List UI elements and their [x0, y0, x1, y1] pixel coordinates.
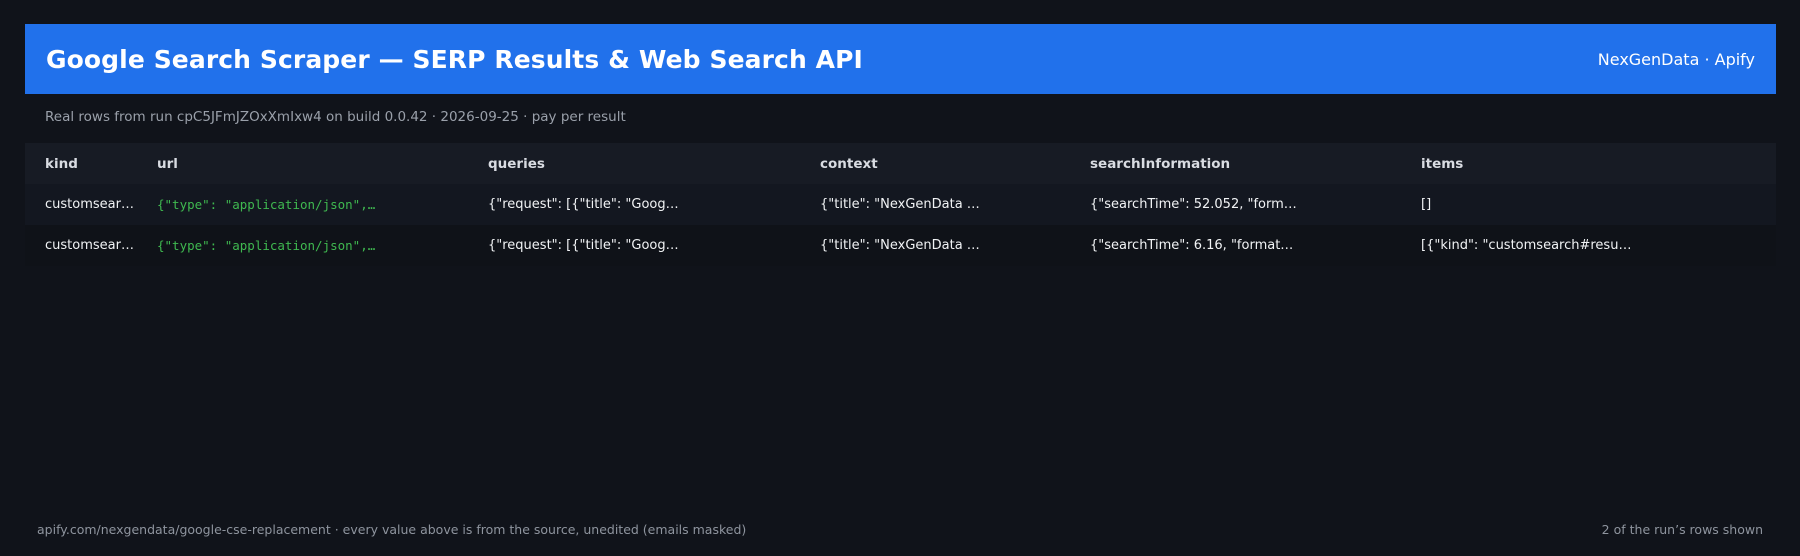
- page: Google Search Scraper — SERP Results & W…: [0, 0, 1800, 556]
- cell-url: {"type": "application/json",…: [157, 197, 376, 212]
- column-header-kind[interactable]: kind: [25, 156, 157, 172]
- column-header-context[interactable]: context: [820, 156, 1090, 172]
- run-info-subtitle: Real rows from run cpC5JFmJZOxXmIxw4 on …: [45, 109, 626, 125]
- cell-url: {"type": "application/json",…: [157, 238, 376, 253]
- brand-label[interactable]: NexGenData · Apify: [1598, 50, 1755, 69]
- header-banner: Google Search Scraper — SERP Results & W…: [25, 24, 1776, 94]
- footer-row-count: 2 of the run’s rows shown: [1601, 522, 1763, 537]
- results-table: kind url queries context searchInformati…: [25, 143, 1776, 266]
- cell-items: []: [1421, 197, 1432, 212]
- cell-queries: {"request": [{"title": "Goog…: [488, 238, 679, 253]
- column-header-searchinformation[interactable]: searchInformation: [1090, 156, 1421, 172]
- cell-searchinformation: {"searchTime": 6.16, "format…: [1090, 238, 1294, 253]
- cell-searchinformation: {"searchTime": 52.052, "form…: [1090, 197, 1297, 212]
- cell-items: [{"kind": "customsearch#resu…: [1421, 238, 1632, 253]
- footer-source-note: apify.com/nexgendata/google-cse-replacem…: [37, 522, 747, 537]
- table-row[interactable]: customsear… {"type": "application/json",…: [25, 225, 1776, 266]
- cell-queries: {"request": [{"title": "Goog…: [488, 197, 679, 212]
- column-header-queries[interactable]: queries: [488, 156, 820, 172]
- table-header-row: kind url queries context searchInformati…: [25, 143, 1776, 184]
- column-header-items[interactable]: items: [1421, 156, 1776, 172]
- cell-context: {"title": "NexGenData …: [820, 197, 980, 212]
- page-title: Google Search Scraper — SERP Results & W…: [46, 44, 863, 74]
- cell-context: {"title": "NexGenData …: [820, 238, 980, 253]
- column-header-url[interactable]: url: [157, 156, 488, 172]
- cell-kind: customsear…: [45, 238, 134, 253]
- cell-kind: customsear…: [45, 197, 134, 212]
- table-row[interactable]: customsear… {"type": "application/json",…: [25, 184, 1776, 225]
